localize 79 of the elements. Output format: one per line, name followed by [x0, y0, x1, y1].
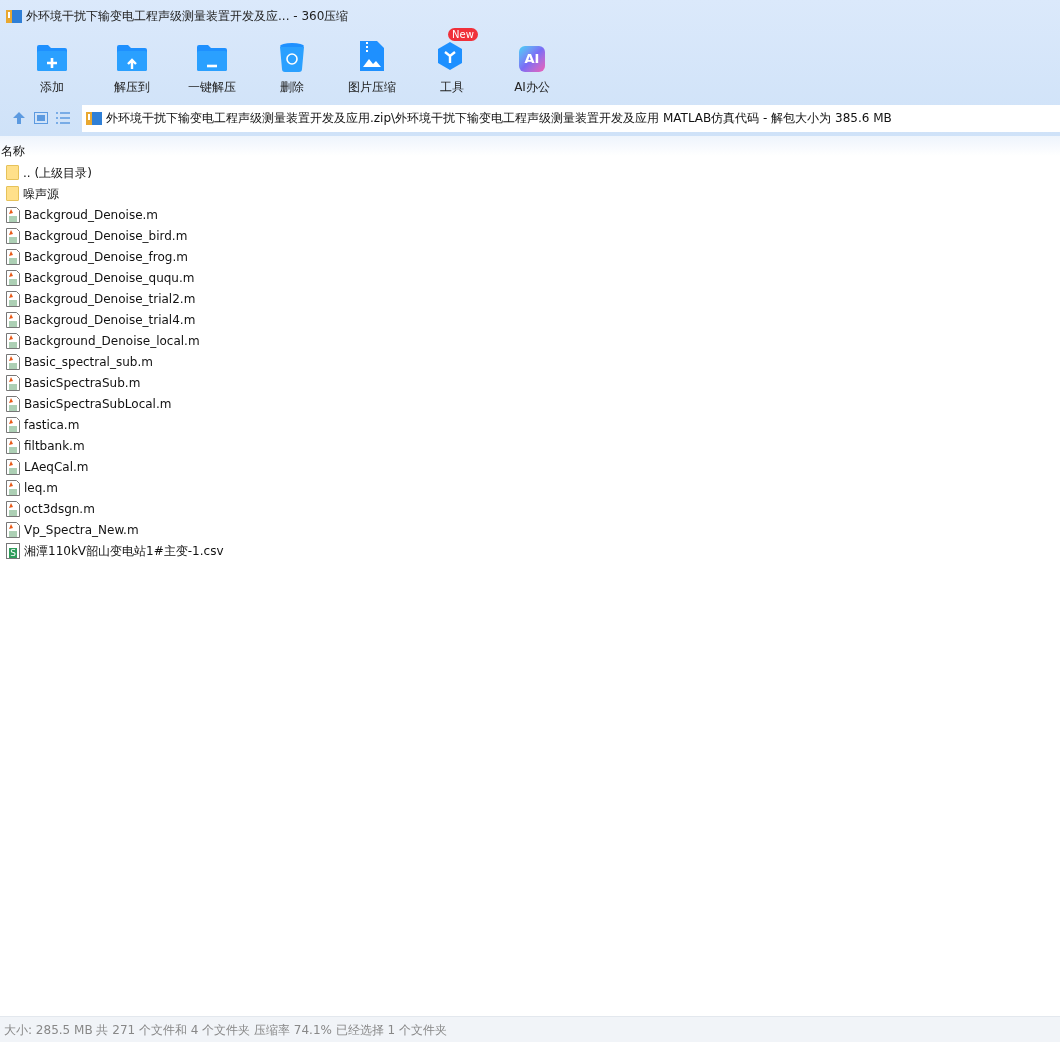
file-row[interactable]: leq.m	[0, 477, 1060, 498]
matlab-file-icon	[6, 500, 20, 517]
toolbar-button[interactable]: AI AI办公	[492, 32, 572, 100]
matlab-file-icon	[6, 374, 20, 391]
archive-icon	[6, 8, 22, 24]
folder-icon	[36, 44, 68, 72]
matlab-file-icon	[6, 458, 20, 475]
folder-icon	[6, 186, 19, 201]
file-row[interactable]: Basic_spectral_sub.m	[0, 351, 1060, 372]
file-row[interactable]: BasicSpectraSub.m	[0, 372, 1060, 393]
file-row[interactable]: 噪声源	[0, 183, 1060, 204]
matlab-file-icon	[6, 248, 20, 265]
window-title: 外环境干扰下输变电工程声级测量装置开发及应... - 360压缩	[26, 8, 349, 25]
image-file-icon	[359, 40, 385, 72]
matlab-file-icon	[6, 311, 20, 328]
folder-icon	[6, 165, 19, 180]
file-row[interactable]: Backgroud_Denoise_bird.m	[0, 225, 1060, 246]
file-row[interactable]: Backgroud_Denoise_trial2.m	[0, 288, 1060, 309]
file-name: BasicSpectraSub.m	[24, 374, 141, 392]
trash-icon	[279, 42, 305, 72]
file-name: .. (上级目录)	[23, 164, 92, 182]
file-row[interactable]: filtbank.m	[0, 435, 1060, 456]
file-name: Vp_Spectra_New.m	[24, 521, 139, 539]
file-row[interactable]: fastica.m	[0, 414, 1060, 435]
address-field[interactable]: 外环境干扰下输变电工程声级测量装置开发及应用.zip\外环境干扰下输变电工程声级测量装置开发及应用 MATLAB仿真代码 - 解包大小为 385.6 MB	[82, 104, 1060, 132]
archive-icon	[86, 110, 102, 126]
folder-icon	[116, 44, 148, 72]
file-row[interactable]: BasicSpectraSubLocal.m	[0, 393, 1060, 414]
file-row[interactable]: LAeqCal.m	[0, 456, 1060, 477]
toolbar-button[interactable]: 添加	[12, 32, 92, 100]
list-view-icon[interactable]	[56, 112, 70, 124]
file-name: leq.m	[24, 479, 58, 497]
file-row[interactable]: .. (上级目录)	[0, 162, 1060, 183]
thumbnail-view-icon[interactable]	[34, 112, 48, 124]
file-name: fastica.m	[24, 416, 80, 434]
file-row[interactable]: Backgroud_Denoise_ququ.m	[0, 267, 1060, 288]
file-row[interactable]: Background_Denoise_local.m	[0, 330, 1060, 351]
file-name: Backgroud_Denoise_trial2.m	[24, 290, 196, 308]
file-row[interactable]: Backgroud_Denoise_frog.m	[0, 246, 1060, 267]
file-name: Background_Denoise_local.m	[24, 332, 200, 350]
file-row[interactable]: Backgroud_Denoise_trial4.m	[0, 309, 1060, 330]
matlab-file-icon	[6, 269, 20, 286]
file-row[interactable]: Vp_Spectra_New.m	[0, 519, 1060, 540]
status-text: 大小: 285.5 MB 共 271 个文件和 4 个文件夹 压缩率 74.1% 已经选择 1 个文件夹	[4, 1021, 448, 1039]
toolbar-button[interactable]: 解压到	[92, 32, 172, 100]
file-row[interactable]: S 湘潭110kV韶山变电站1#主变-1.csv	[0, 540, 1060, 561]
matlab-file-icon	[6, 353, 20, 370]
toolbar-button[interactable]: 图片压缩	[332, 32, 412, 100]
matlab-file-icon	[6, 416, 20, 433]
matlab-file-icon	[6, 479, 20, 496]
folder-icon	[196, 44, 228, 72]
file-name: oct3dsgn.m	[24, 500, 95, 518]
toolbar-button[interactable]: 一键解压	[172, 32, 252, 100]
file-name: LAeqCal.m	[24, 458, 89, 476]
file-row[interactable]: Backgroud_Denoise.m	[0, 204, 1060, 225]
matlab-file-icon	[6, 290, 20, 307]
matlab-file-icon	[6, 395, 20, 412]
matlab-file-icon	[6, 437, 20, 454]
toolbar-button[interactable]: 删除	[252, 32, 332, 100]
file-name: Backgroud_Denoise.m	[24, 206, 159, 224]
file-name: BasicSpectraSubLocal.m	[24, 395, 172, 413]
file-name: 噪声源	[23, 185, 59, 203]
matlab-file-icon	[6, 227, 20, 244]
file-name: Backgroud_Denoise_frog.m	[24, 248, 188, 266]
file-row[interactable]: oct3dsgn.m	[0, 498, 1060, 519]
matlab-file-icon	[6, 332, 20, 349]
matlab-file-icon	[6, 206, 20, 223]
new-badge: New	[448, 28, 478, 41]
up-arrow-icon[interactable]	[12, 111, 26, 125]
file-name: Backgroud_Denoise_ququ.m	[24, 269, 195, 287]
file-name: Backgroud_Denoise_bird.m	[24, 227, 188, 245]
file-name: Backgroud_Denoise_trial4.m	[24, 311, 196, 329]
file-name: filtbank.m	[24, 437, 85, 455]
matlab-file-icon	[6, 521, 20, 538]
spreadsheet-file-icon: S	[6, 542, 20, 559]
column-header[interactable]: 名称	[1, 142, 25, 160]
ai-logo-icon: AI	[519, 46, 545, 72]
file-name: 湘潭110kV韶山变电站1#主变-1.csv	[24, 542, 224, 560]
file-name: Basic_spectral_sub.m	[24, 353, 153, 371]
